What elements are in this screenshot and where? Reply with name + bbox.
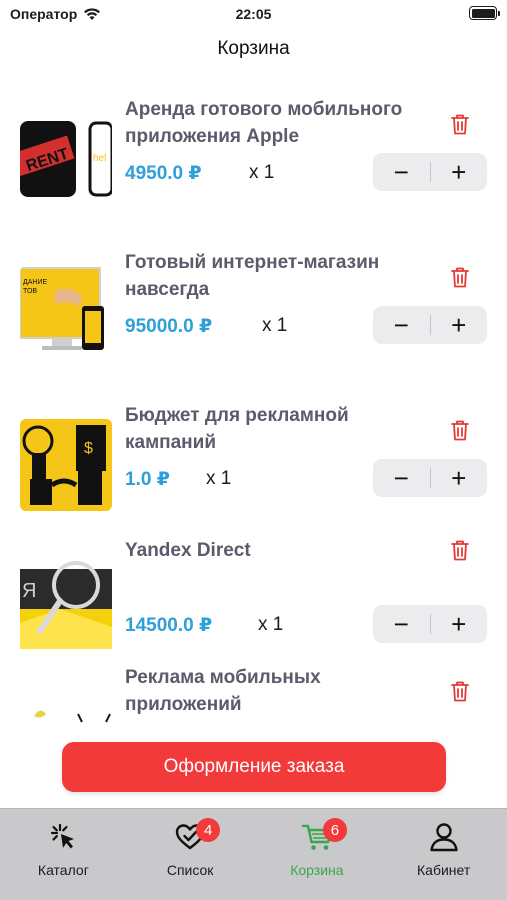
catalog-cursor-icon bbox=[51, 823, 75, 849]
tab-catalog[interactable]: Каталог bbox=[0, 809, 127, 900]
tab-label: Список bbox=[166, 862, 214, 878]
item-name: Готовый интернет-магазин навсегда bbox=[125, 252, 380, 300]
trash-icon[interactable] bbox=[449, 418, 471, 442]
trash-icon[interactable] bbox=[449, 538, 471, 562]
tab-label: Каталог bbox=[37, 862, 89, 878]
tab-label: Кабинет bbox=[417, 862, 471, 878]
cart-badge: 6 bbox=[322, 818, 347, 842]
item-name: Реклама мобильных приложений bbox=[125, 667, 321, 715]
quantity-stepper[interactable]: − + bbox=[373, 306, 487, 344]
tab-list[interactable]: 4 Список bbox=[127, 809, 254, 900]
ad-budget-thumbnail: $ bbox=[20, 419, 112, 511]
yandex-direct-thumbnail: Я bbox=[20, 561, 112, 653]
list-badge: 4 bbox=[196, 818, 221, 842]
tab-bar: Каталог 4 Список 6 Корзина Кабинет bbox=[0, 808, 507, 900]
checkout-button[interactable]: Оформление заказа bbox=[62, 742, 446, 792]
decrement-button[interactable]: − bbox=[373, 153, 430, 191]
svg-text:$: $ bbox=[84, 440, 93, 457]
trash-icon[interactable] bbox=[449, 265, 471, 289]
item-quantity: x 1 bbox=[206, 468, 232, 489]
decrement-button[interactable]: − bbox=[373, 459, 430, 497]
svg-text:ТОВ: ТОВ bbox=[23, 288, 37, 295]
svg-text:ДАНИЕ: ДАНИЕ bbox=[23, 279, 47, 286]
item-name: Yandex Direct bbox=[125, 540, 251, 561]
increment-button[interactable]: + bbox=[430, 605, 487, 643]
item-price: 4950.0 ₽ bbox=[125, 163, 202, 184]
item-price: 14500.0 ₽ bbox=[125, 615, 213, 636]
increment-button[interactable]: + bbox=[430, 153, 487, 191]
status-bar: Оператор 22:05 bbox=[0, 0, 507, 30]
item-quantity: x 1 bbox=[249, 162, 275, 183]
item-quantity: x 1 bbox=[262, 315, 288, 336]
tab-account[interactable]: Кабинет bbox=[380, 809, 507, 900]
increment-button[interactable]: + bbox=[430, 459, 487, 497]
trash-icon[interactable] bbox=[449, 112, 471, 136]
clock: 22:05 bbox=[235, 6, 272, 22]
item-price: 95000.0 ₽ bbox=[125, 316, 213, 337]
mobile-app-ads-thumbnail bbox=[20, 702, 112, 728]
decrement-button[interactable]: − bbox=[373, 605, 430, 643]
online-store-thumbnail: ДАНИЕ ТОВ bbox=[20, 266, 112, 358]
item-quantity: x 1 bbox=[258, 614, 284, 635]
heart-check-icon: 4 bbox=[174, 818, 221, 853]
item-name: Бюджет для рекламной кампаний bbox=[125, 405, 349, 453]
apple-app-rental-thumbnail: RENT hel bbox=[20, 121, 112, 213]
quantity-stepper[interactable]: − + bbox=[373, 153, 487, 191]
battery-icon bbox=[469, 6, 500, 20]
cart-icon: 6 bbox=[301, 818, 347, 853]
item-price: 1.0 ₽ bbox=[125, 469, 170, 490]
page-title: Корзина bbox=[217, 38, 290, 59]
trash-icon[interactable] bbox=[449, 679, 471, 703]
tab-label: Корзина bbox=[290, 862, 344, 878]
quantity-stepper[interactable]: − + bbox=[373, 459, 487, 497]
person-icon bbox=[429, 823, 458, 852]
quantity-stepper[interactable]: − + bbox=[373, 605, 487, 643]
decrement-button[interactable]: − bbox=[373, 306, 430, 344]
tab-cart[interactable]: 6 Корзина bbox=[254, 809, 381, 900]
cart-list[interactable]: RENT hel Аренда готового мобильного прил… bbox=[0, 80, 507, 728]
item-name: Аренда готового мобильного приложения Ap… bbox=[125, 99, 403, 147]
svg-text:Я: Я bbox=[22, 580, 36, 602]
increment-button[interactable]: + bbox=[430, 306, 487, 344]
svg-text:hel: hel bbox=[93, 153, 106, 164]
